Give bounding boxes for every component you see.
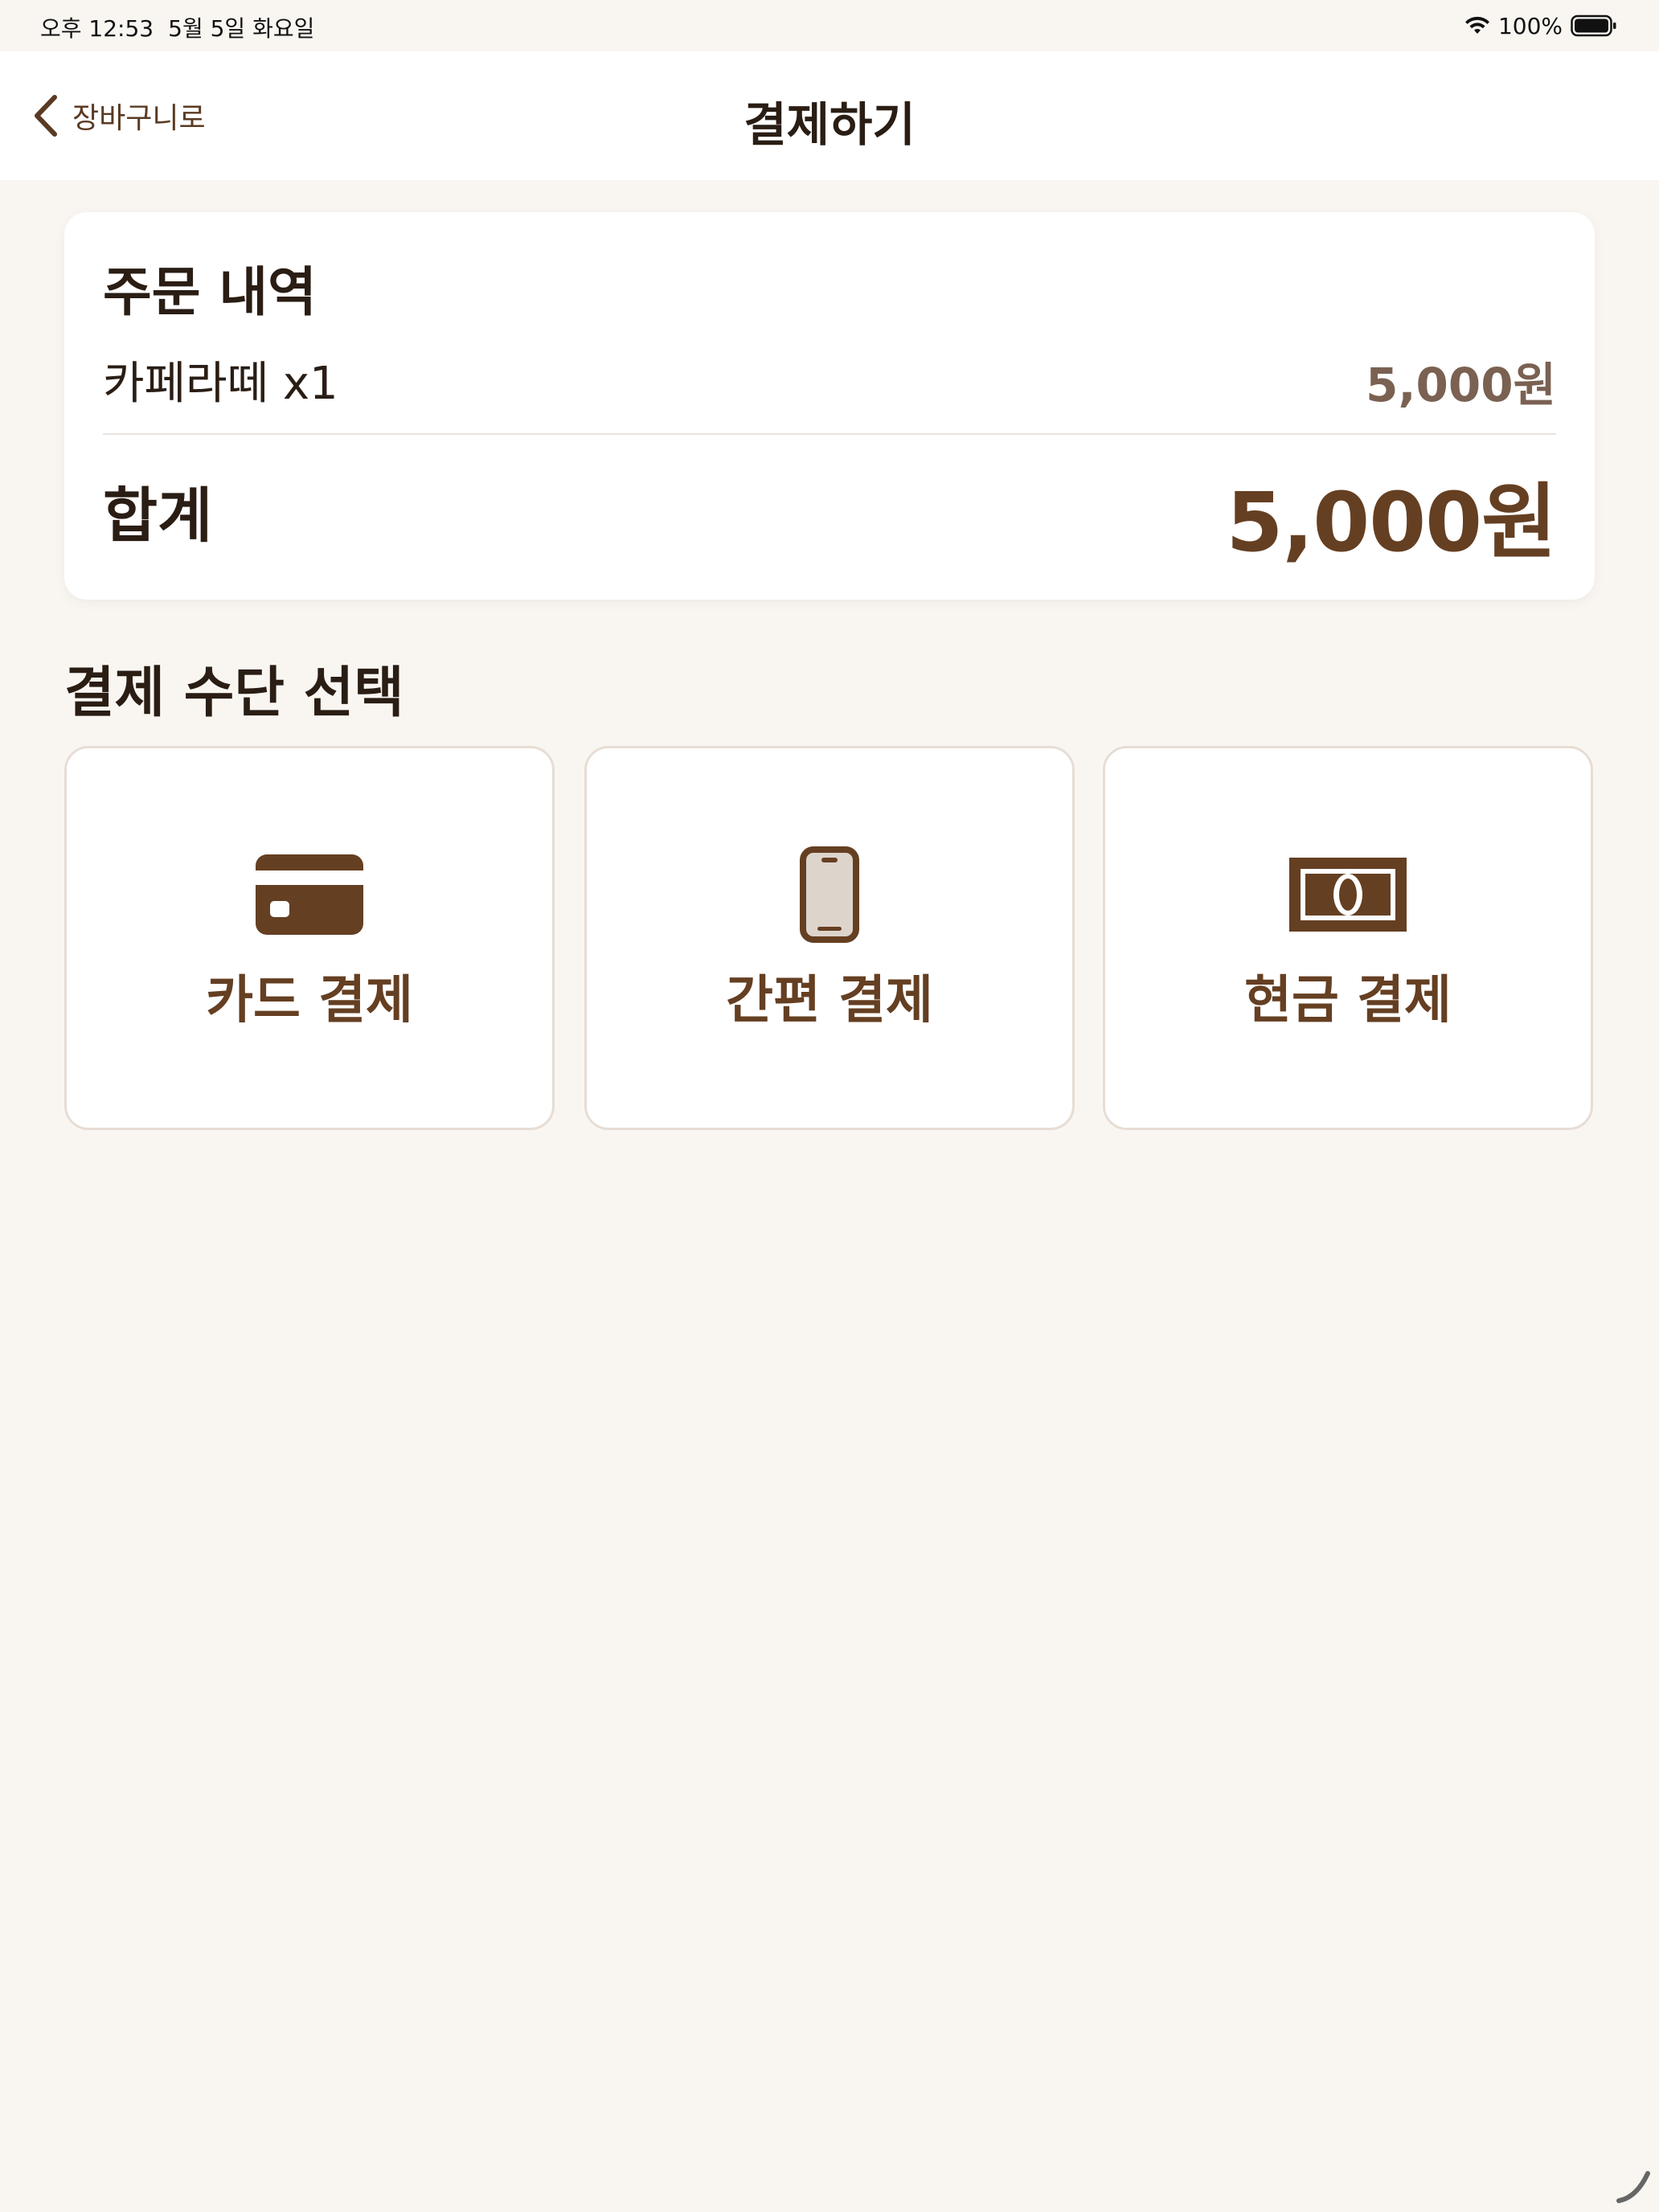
order-item-price: 5,000원 [1366,358,1556,412]
status-time-date: 오후 12:53 5월 5일 화요일 [40,11,314,43]
wifi-icon [1464,16,1489,34]
status-indicators: 100% [1464,11,1617,40]
status-bar: 오후 12:53 5월 5일 화요일 100% [0,0,1659,51]
cash-payment-button[interactable]: 현금 결제 [1103,746,1593,1130]
card-payment-button[interactable]: 카드 결제 [64,746,555,1130]
total-label: 합계 [103,481,213,551]
order-divider [103,433,1556,435]
smartphone-icon [800,846,859,943]
payment-method-title: 결제 수단 선택 [64,662,404,725]
battery-percentage: 100% [1497,12,1563,39]
simple-payment-button[interactable]: 간편 결제 [584,746,1075,1130]
order-summary-title: 주문 내역 [103,261,317,323]
order-item-name: 카페라떼 x1 [103,358,338,410]
banknote-icon [1289,858,1407,932]
corner-gesture-indicator [1616,2171,1650,2203]
status-date: 5월 5일 화요일 [168,15,315,42]
page-title: 결제하기 [743,97,916,152]
order-summary-card: 주문 내역 카페라떼 x1 5,000원 합계 5,000원 [64,212,1595,600]
simple-payment-label: 간편 결제 [726,971,933,1030]
battery-icon [1571,14,1616,37]
navigation-bar: 장바구니로 결제하기 [0,51,1659,180]
cash-payment-label: 현금 결제 [1244,971,1452,1030]
credit-card-icon [256,854,363,935]
status-time: 오후 12:53 [40,15,154,42]
total-amount: 5,000원 [1226,475,1557,571]
card-payment-label: 카드 결제 [206,971,413,1030]
